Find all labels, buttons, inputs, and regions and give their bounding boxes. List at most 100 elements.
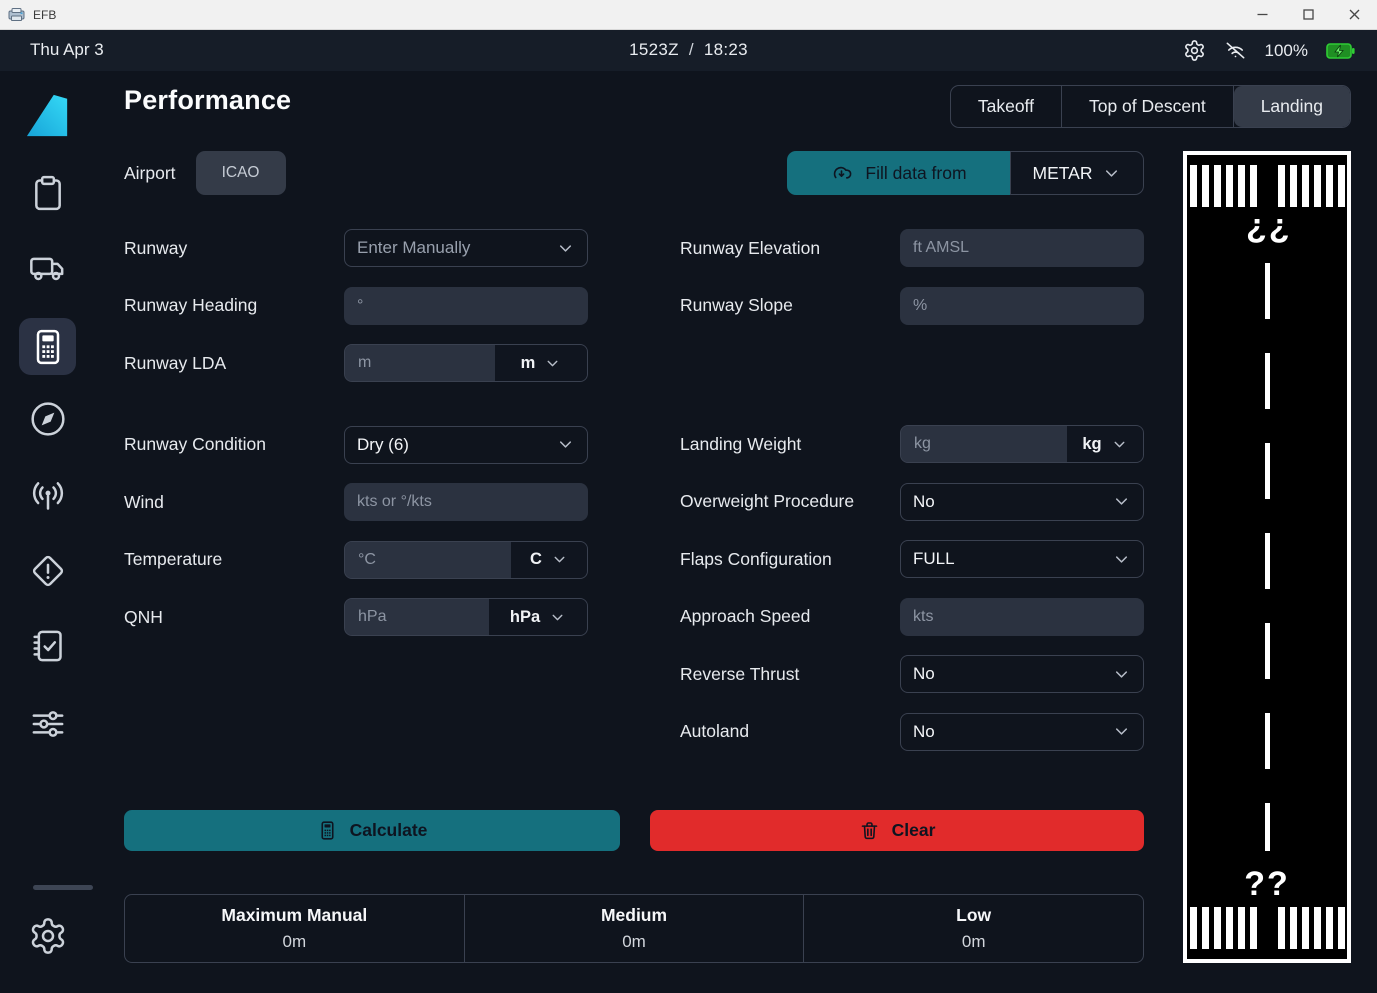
statusbar-right: 100% [1183, 30, 1355, 71]
sidebar-item-performance[interactable] [19, 318, 76, 375]
calculator-icon [28, 327, 68, 367]
flaps-configuration-select[interactable]: FULL [900, 540, 1144, 578]
runway-condition-select[interactable]: Dry (6) [344, 426, 588, 464]
main-area: Performance Takeoff Top of Descent Landi… [0, 71, 1377, 993]
performance-form: Runway Enter Manually Runway Heading Run… [124, 229, 1144, 751]
field-label: Wind [124, 492, 344, 513]
form-row-runway-lda: Runway LDA m [124, 344, 588, 382]
airport-row: Airport ICAO [124, 151, 286, 195]
icao-button[interactable]: ICAO [196, 151, 286, 195]
field-label: Runway Slope [680, 295, 900, 316]
field-label: Runway LDA [124, 353, 344, 374]
fill-data-button[interactable]: Fill data from [787, 151, 1010, 195]
temperature-input[interactable] [345, 542, 511, 578]
field-label: Overweight Procedure [680, 491, 900, 512]
page-title: Performance [124, 85, 291, 116]
tab-top-of-descent[interactable]: Top of Descent [1062, 86, 1234, 127]
field-label: Runway Heading [124, 295, 344, 316]
autoland-select[interactable]: No [900, 713, 1144, 751]
form-row-overweight-procedure: Overweight Procedure No [680, 483, 1144, 521]
checklist-icon [28, 626, 68, 666]
maximize-button[interactable] [1285, 0, 1331, 29]
airport-label: Airport [124, 163, 176, 184]
form-row-autoland: Autoland No [680, 713, 1144, 751]
field-label: QNH [124, 607, 344, 628]
sidebar-item-ground-services[interactable] [0, 248, 95, 288]
qnh-input[interactable] [345, 599, 489, 635]
sidebar-item-radio[interactable] [0, 476, 95, 516]
select-value: No [913, 664, 935, 684]
form-row-qnh: QNH hPa [124, 598, 588, 636]
overweight-procedure-select[interactable]: No [900, 483, 1144, 521]
fill-data-label: Fill data from [865, 163, 966, 184]
approach-speed-input[interactable] [900, 598, 1144, 636]
compass-icon [28, 399, 68, 439]
unit-value: kg [1082, 435, 1101, 454]
unit-value: m [521, 354, 536, 373]
sliders-icon [28, 704, 68, 744]
sidebar [0, 71, 95, 993]
chevron-down-icon [1112, 665, 1131, 684]
runway-lda-input[interactable] [345, 345, 495, 381]
runway-select[interactable]: Enter Manually [344, 229, 588, 267]
runway-threshold-stripes-top [1190, 165, 1345, 207]
battery-percent: 100% [1265, 41, 1308, 61]
window-title: EFB [33, 8, 56, 22]
app-logo [0, 91, 95, 141]
wind-input[interactable] [344, 483, 588, 521]
result-label: Medium [601, 905, 667, 926]
runway-heading-input[interactable] [344, 287, 588, 325]
sidebar-item-hazards[interactable] [0, 551, 95, 591]
field-label: Runway [124, 238, 344, 259]
clear-button[interactable]: Clear [650, 810, 1144, 851]
calculator-icon [317, 820, 338, 841]
select-value: FULL [913, 549, 955, 569]
chevron-down-icon [1111, 436, 1128, 453]
sidebar-divider [33, 885, 93, 890]
close-button[interactable] [1331, 0, 1377, 29]
reverse-thrust-select[interactable]: No [900, 655, 1144, 693]
unit-value: hPa [510, 608, 540, 627]
field-label: Landing Weight [680, 434, 900, 455]
form-left-column: Runway Enter Manually Runway Heading Run… [124, 229, 588, 751]
runway-lda-unit-select[interactable]: m [495, 345, 587, 381]
sidebar-item-checklist[interactable] [0, 626, 95, 666]
field-label: Autoland [680, 721, 900, 742]
calculate-button[interactable]: Calculate [124, 810, 620, 851]
landing-weight-input[interactable] [901, 426, 1067, 462]
chevron-down-icon [1112, 722, 1131, 741]
tab-landing[interactable]: Landing [1234, 86, 1350, 127]
runway-centerline [1265, 263, 1270, 851]
tab-takeoff[interactable]: Takeoff [951, 86, 1062, 127]
sidebar-item-navigation[interactable] [0, 399, 95, 439]
efb-app-window: EFB Thu Apr 3 1523Z/18:23 [0, 0, 1377, 993]
gear-icon[interactable] [1183, 39, 1206, 62]
chevron-down-icon [551, 551, 568, 568]
result-value: 0m [962, 932, 986, 952]
qnh-unit-select[interactable]: hPa [489, 599, 587, 635]
sidebar-item-settings[interactable] [0, 916, 95, 956]
close-icon [1349, 9, 1360, 20]
result-low: Low 0m [804, 895, 1143, 962]
clipboard-icon [28, 173, 68, 213]
runway-elevation-input[interactable] [900, 229, 1144, 267]
result-maximum-manual: Maximum Manual 0m [125, 895, 465, 962]
sidebar-item-adjustments[interactable] [0, 704, 95, 744]
minimize-button[interactable] [1239, 0, 1285, 29]
unit-value: C [530, 550, 542, 569]
form-row-runway-slope: Runway Slope [680, 287, 1144, 325]
runway-slope-input[interactable] [900, 287, 1144, 325]
landing-weight-unit-select[interactable]: kg [1067, 426, 1143, 462]
form-row-reverse-thrust: Reverse Thrust No [680, 655, 1144, 693]
actions-row: Calculate Clear [124, 810, 1144, 851]
fill-source-select[interactable]: METAR [1010, 151, 1144, 195]
sidebar-item-flightplan[interactable] [0, 173, 95, 213]
result-value: 0m [283, 932, 307, 952]
fill-data-group: Fill data from METAR [787, 151, 1144, 195]
form-row-landing-weight: Landing Weight kg [680, 425, 1144, 463]
calculate-label: Calculate [350, 820, 428, 841]
temperature-unit-select[interactable]: C [511, 542, 587, 578]
window-controls [1239, 0, 1377, 29]
select-value: No [913, 492, 935, 512]
field-label: Flaps Configuration [680, 549, 900, 570]
